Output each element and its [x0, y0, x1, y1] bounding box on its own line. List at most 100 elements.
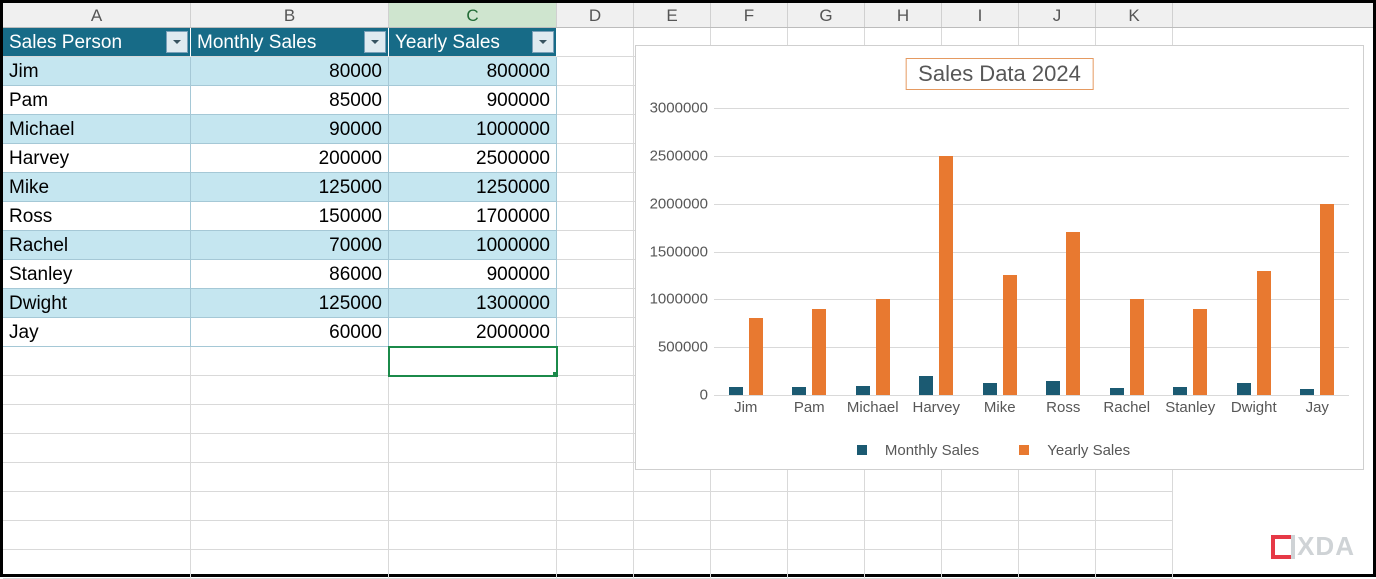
col-head-G[interactable]: G — [788, 3, 865, 27]
cell[interactable] — [389, 434, 557, 463]
bar-yearly[interactable] — [1130, 299, 1144, 395]
bar-yearly[interactable] — [749, 318, 763, 395]
bar-monthly[interactable] — [1173, 387, 1187, 395]
cell-yearly[interactable]: 1300000 — [389, 289, 557, 318]
cell[interactable] — [3, 492, 191, 521]
bar-monthly[interactable] — [1300, 389, 1314, 395]
cell[interactable] — [557, 434, 634, 463]
cell-yearly[interactable]: 2000000 — [389, 318, 557, 347]
cell[interactable] — [1019, 492, 1096, 521]
cell[interactable] — [865, 550, 942, 579]
cell[interactable] — [711, 550, 788, 579]
cell[interactable] — [634, 492, 711, 521]
col-head-H[interactable]: H — [865, 3, 942, 27]
cell[interactable] — [3, 376, 191, 405]
cell[interactable] — [557, 57, 634, 86]
chart-plot-area[interactable]: 0500000100000015000002000000250000030000… — [714, 108, 1349, 395]
header-sales-person[interactable]: Sales Person — [3, 28, 191, 57]
col-head-J[interactable]: J — [1019, 3, 1096, 27]
col-head-C[interactable]: C — [389, 3, 557, 27]
cell-monthly[interactable]: 86000 — [191, 260, 389, 289]
cell[interactable] — [711, 492, 788, 521]
col-head-B[interactable]: B — [191, 3, 389, 27]
cell[interactable] — [191, 492, 389, 521]
chart-legend[interactable]: Monthly Sales Yearly Sales — [636, 442, 1363, 460]
embedded-chart[interactable]: Sales Data 2024 050000010000001500000200… — [635, 45, 1364, 470]
cell-yearly[interactable]: 1250000 — [389, 173, 557, 202]
cell-yearly[interactable]: 900000 — [389, 260, 557, 289]
legend-item-monthly[interactable]: Monthly Sales — [857, 442, 991, 459]
cell-person[interactable]: Jim — [3, 57, 191, 86]
cell[interactable] — [942, 550, 1019, 579]
cell[interactable] — [191, 550, 389, 579]
cell-yearly[interactable]: 1000000 — [389, 115, 557, 144]
cell[interactable] — [557, 144, 634, 173]
cell[interactable] — [191, 405, 389, 434]
cell[interactable] — [389, 376, 557, 405]
cell[interactable] — [3, 521, 191, 550]
cell[interactable] — [3, 347, 191, 376]
cell-person[interactable]: Mike — [3, 173, 191, 202]
cell[interactable] — [865, 492, 942, 521]
bar-yearly[interactable] — [1257, 271, 1271, 395]
cell-monthly[interactable]: 125000 — [191, 173, 389, 202]
cell[interactable] — [557, 260, 634, 289]
cell[interactable] — [191, 376, 389, 405]
cell[interactable] — [557, 289, 634, 318]
filter-dropdown-icon[interactable] — [364, 31, 386, 53]
cell[interactable] — [557, 492, 634, 521]
cell[interactable] — [557, 521, 634, 550]
bar-yearly[interactable] — [939, 156, 953, 395]
bar-yearly[interactable] — [876, 299, 890, 395]
cell[interactable] — [865, 521, 942, 550]
cell-person[interactable]: Jay — [3, 318, 191, 347]
cell[interactable] — [711, 521, 788, 550]
col-head-D[interactable]: D — [557, 3, 634, 27]
cell[interactable] — [3, 405, 191, 434]
header-monthly-sales[interactable]: Monthly Sales — [191, 28, 389, 57]
cell[interactable] — [191, 463, 389, 492]
cell[interactable] — [191, 434, 389, 463]
bar-monthly[interactable] — [856, 386, 870, 395]
bar-yearly[interactable] — [1193, 309, 1207, 395]
cell[interactable] — [557, 28, 634, 57]
cell[interactable] — [557, 376, 634, 405]
col-head-E[interactable]: E — [634, 3, 711, 27]
cell[interactable] — [389, 492, 557, 521]
cell-monthly[interactable]: 80000 — [191, 57, 389, 86]
bar-yearly[interactable] — [1066, 232, 1080, 395]
bar-monthly[interactable] — [919, 376, 933, 395]
cell[interactable] — [788, 492, 865, 521]
cell[interactable] — [557, 550, 634, 579]
bar-monthly[interactable] — [983, 383, 997, 395]
cell[interactable] — [1096, 550, 1173, 579]
cell[interactable] — [557, 231, 634, 260]
filter-dropdown-icon[interactable] — [166, 31, 188, 53]
bar-yearly[interactable] — [812, 309, 826, 395]
cell[interactable] — [3, 463, 191, 492]
cell-person[interactable]: Stanley — [3, 260, 191, 289]
cell[interactable] — [389, 521, 557, 550]
cell[interactable] — [557, 463, 634, 492]
cell[interactable] — [557, 405, 634, 434]
cell-monthly[interactable]: 70000 — [191, 231, 389, 260]
cell-person[interactable]: Ross — [3, 202, 191, 231]
cell[interactable] — [191, 347, 389, 376]
cell-yearly[interactable]: 1700000 — [389, 202, 557, 231]
cell[interactable] — [788, 521, 865, 550]
col-head-F[interactable]: F — [711, 3, 788, 27]
cell-person[interactable]: Rachel — [3, 231, 191, 260]
cell-monthly[interactable]: 125000 — [191, 289, 389, 318]
cell[interactable] — [634, 521, 711, 550]
cell[interactable] — [942, 492, 1019, 521]
cell-person[interactable]: Pam — [3, 86, 191, 115]
cell[interactable] — [191, 521, 389, 550]
selected-cell[interactable] — [389, 347, 557, 376]
col-head-I[interactable]: I — [942, 3, 1019, 27]
cell[interactable] — [557, 173, 634, 202]
bar-monthly[interactable] — [792, 387, 806, 395]
cell[interactable] — [389, 550, 557, 579]
cell-person[interactable]: Harvey — [3, 144, 191, 173]
cell[interactable] — [788, 550, 865, 579]
bar-yearly[interactable] — [1003, 275, 1017, 395]
